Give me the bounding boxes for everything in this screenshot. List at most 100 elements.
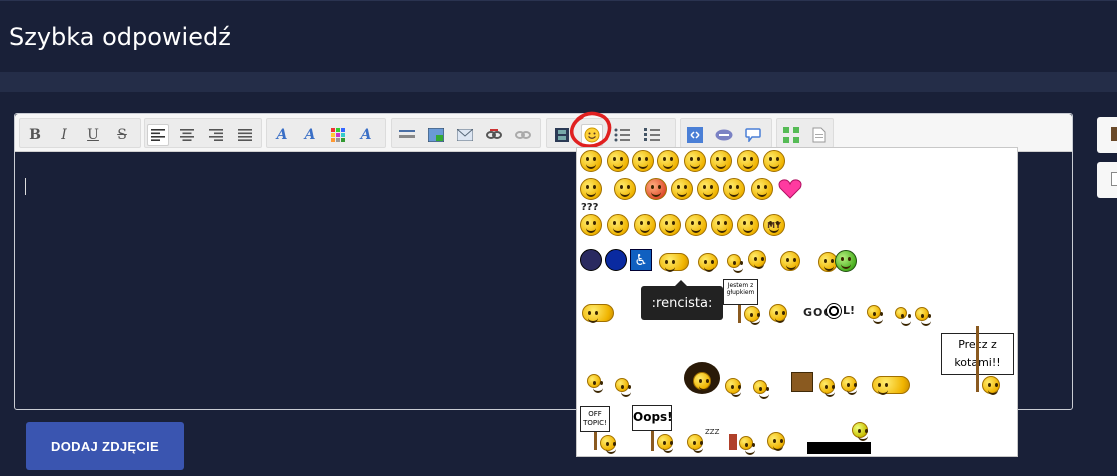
- font-family-icon[interactable]: A: [271, 124, 293, 146]
- emoticon-sign-holder[interactable]: [744, 306, 760, 325]
- emoticon-brick[interactable]: [729, 434, 737, 450]
- checkbox-icon: [1111, 127, 1117, 141]
- emoticon-disco[interactable]: [580, 249, 602, 271]
- heart-icon[interactable]: [778, 178, 802, 200]
- emoticon-precz-holder[interactable]: [982, 376, 1000, 395]
- side-checkbox-2[interactable]: [1097, 162, 1117, 198]
- emoticon-hmm[interactable]: [659, 214, 681, 236]
- quote-button[interactable]: [742, 124, 764, 146]
- emoticon-bar[interactable]: [807, 442, 871, 454]
- zzz-text: ZZZ: [705, 428, 720, 436]
- php-icon: [715, 129, 733, 141]
- unlink-button[interactable]: [512, 124, 534, 146]
- numbered-list-button[interactable]: [641, 124, 663, 146]
- align-right-button[interactable]: [205, 124, 227, 146]
- emoticon-oops-holder[interactable]: [657, 434, 673, 453]
- italic-button[interactable]: I: [53, 124, 75, 146]
- emoticon-at[interactable]: [580, 178, 602, 200]
- toolbar-group-align: [144, 118, 262, 148]
- font-size-icon[interactable]: A: [299, 124, 321, 146]
- emoticon-laugh[interactable]: [657, 150, 679, 172]
- align-justify-button[interactable]: [234, 124, 256, 146]
- emoticon-question[interactable]: [580, 214, 602, 236]
- emoticon-angry[interactable]: [645, 178, 667, 200]
- image-icon: [428, 128, 444, 142]
- emoticon-sad[interactable]: [763, 150, 785, 172]
- emoticon-shock[interactable]: [685, 214, 707, 236]
- align-left-icon: [151, 129, 165, 141]
- emoticon-lime[interactable]: [852, 422, 868, 441]
- emoticon-my[interactable]: MY: [763, 214, 785, 236]
- emoticon-globe[interactable]: [605, 249, 627, 271]
- emoticon-smirk[interactable]: [634, 214, 656, 236]
- add-photo-button[interactable]: DODAJ ZDJĘCIE: [26, 422, 184, 470]
- emoticon-devil[interactable]: [748, 250, 766, 269]
- emoticon-green[interactable]: [835, 250, 857, 272]
- emoticon-meh[interactable]: [587, 374, 603, 393]
- email-button[interactable]: [454, 124, 476, 146]
- align-left-button[interactable]: [147, 124, 169, 146]
- emoticon-speech[interactable]: [725, 378, 741, 397]
- emoticon-idea[interactable]: [607, 214, 629, 236]
- strikethrough-button[interactable]: S: [111, 124, 133, 146]
- maximize-button[interactable]: [780, 124, 802, 146]
- emoticon-wink[interactable]: [710, 150, 732, 172]
- sign-off-topic[interactable]: OFF TOPIC!: [580, 406, 610, 432]
- sign-jestem-z-glupkiem[interactable]: Jestem z głupkiem: [723, 279, 758, 305]
- link-icon: [486, 129, 502, 139]
- emoticon-grin[interactable]: [607, 150, 629, 172]
- emoticon-tongue[interactable]: [684, 150, 706, 172]
- emoticon-wall[interactable]: [739, 436, 755, 455]
- bold-button[interactable]: B: [24, 124, 46, 146]
- remove-format-icon[interactable]: A: [355, 124, 377, 146]
- align-right-icon: [209, 129, 223, 141]
- wheelchair-icon[interactable]: ♿: [630, 249, 652, 271]
- emoticon-confused[interactable]: [697, 178, 719, 200]
- emoticon-exclamation[interactable]: [751, 178, 773, 200]
- emoticon-thinking[interactable]: [671, 178, 693, 200]
- emoticon-ball-1[interactable]: [895, 307, 911, 326]
- emoticon-smile[interactable]: [580, 150, 602, 172]
- horizontal-rule-button[interactable]: [396, 124, 418, 146]
- emoticon-ball-2[interactable]: [915, 307, 931, 326]
- emoticon-sleeping-2[interactable]: [687, 434, 703, 453]
- sign-oops[interactable]: Oops!: [632, 405, 673, 431]
- align-center-icon: [180, 129, 194, 141]
- emoticon-offtopic-holder[interactable]: [600, 435, 616, 454]
- emoticon-beer[interactable]: [780, 251, 800, 271]
- question-marks-label: ???: [581, 202, 599, 213]
- sign-post-precz: [976, 326, 979, 392]
- emoticon-arrow[interactable]: [737, 214, 759, 236]
- image-button[interactable]: [425, 124, 447, 146]
- emoticon-box[interactable]: [791, 372, 813, 392]
- emoticon-happy[interactable]: [737, 150, 759, 172]
- emoticon-cool[interactable]: [632, 150, 654, 172]
- bullet-list-button[interactable]: [611, 124, 633, 146]
- emoticon-small[interactable]: [727, 254, 743, 273]
- php-button[interactable]: [713, 124, 735, 146]
- underline-button[interactable]: U: [82, 124, 104, 146]
- hr-icon: [399, 130, 415, 138]
- emoticon-scared[interactable]: [711, 214, 733, 236]
- emoticon-glasses[interactable]: [615, 378, 631, 397]
- code-button[interactable]: [684, 124, 706, 146]
- source-button[interactable]: [808, 124, 830, 146]
- emoticon-hug[interactable]: [582, 304, 614, 323]
- emoticon-sleeping[interactable]: [659, 253, 689, 272]
- emoticon-pirate[interactable]: [819, 378, 835, 397]
- emoticon-hurt[interactable]: [698, 253, 718, 272]
- emoticon-angel[interactable]: [614, 178, 636, 200]
- emoticon-pacman[interactable]: [867, 305, 883, 324]
- emoticon-dizzy[interactable]: [753, 380, 769, 399]
- font-color-button[interactable]: [327, 124, 349, 146]
- toolbar-group-style: B I U S: [19, 118, 141, 148]
- link-button[interactable]: [483, 124, 505, 146]
- emoticon-hammer[interactable]: [769, 304, 787, 323]
- soccer-ball-icon: [826, 303, 842, 319]
- emoticon-sleepy[interactable]: [723, 178, 745, 200]
- emoticon-hammer-2[interactable]: [841, 376, 857, 395]
- side-checkbox-1[interactable]: [1097, 117, 1117, 153]
- emoticon-group[interactable]: [872, 376, 910, 395]
- align-center-button[interactable]: [176, 124, 198, 146]
- emoticon-singing[interactable]: [767, 432, 785, 451]
